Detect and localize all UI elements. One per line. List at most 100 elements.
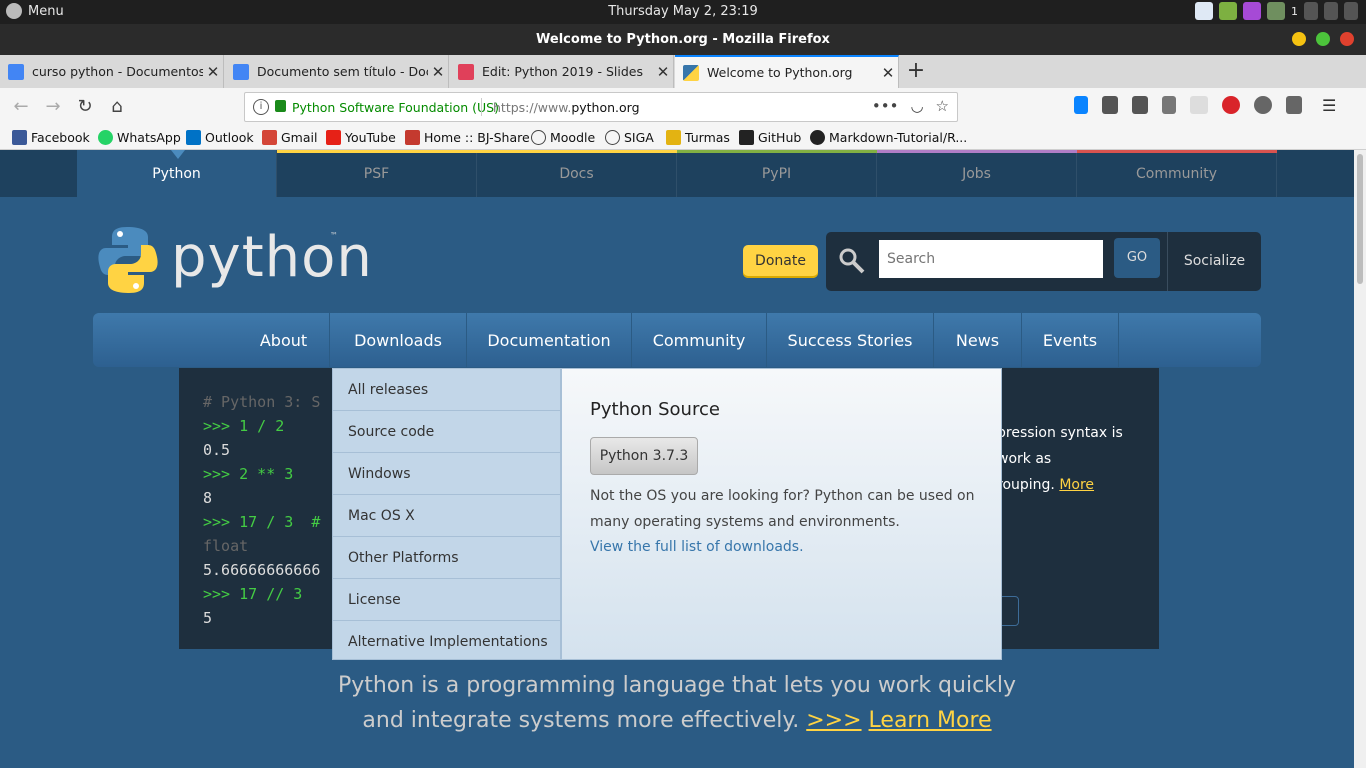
nav-about[interactable]: About xyxy=(238,313,330,367)
search-icon xyxy=(839,248,865,274)
reader-icon[interactable] xyxy=(1162,96,1176,114)
socialize-button[interactable]: Socialize xyxy=(1167,232,1261,291)
tab-curso-python[interactable]: curso python - Documentos G ✕ xyxy=(0,55,224,88)
meta-nav-psf[interactable]: PSF xyxy=(277,150,477,197)
meta-nav-community[interactable]: Community xyxy=(1077,150,1277,197)
outlook-icon xyxy=(186,130,201,145)
pocket-icon[interactable]: ◡ xyxy=(910,97,923,115)
tab-documento[interactable]: Documento sem título - Docu ✕ xyxy=(225,55,449,88)
maximize-button[interactable] xyxy=(1316,32,1330,46)
meta-navigation: Python PSF Docs PyPI Jobs Community xyxy=(0,150,1354,197)
search-input[interactable] xyxy=(879,240,1103,278)
nav-news[interactable]: News xyxy=(934,313,1022,367)
bookmark-moodle[interactable]: Moodle xyxy=(531,130,595,145)
site-info-icon[interactable]: i xyxy=(253,99,269,115)
scrollbar-thumb[interactable] xyxy=(1357,154,1363,284)
forward-button[interactable]: → xyxy=(42,96,64,118)
tab-label: Welcome to Python.org xyxy=(707,65,853,80)
more-link[interactable]: More xyxy=(1059,477,1094,493)
bookmark-turmas[interactable]: Turmas xyxy=(666,130,730,145)
bookmark-facebook[interactable]: Facebook xyxy=(12,130,90,145)
bookmark-github[interactable]: GitHub xyxy=(739,130,801,145)
bookmark-whatsapp[interactable]: WhatsApp xyxy=(98,130,181,145)
full-downloads-link[interactable]: View the full list of downloads. xyxy=(590,535,804,559)
adblock-icon[interactable] xyxy=(1222,96,1240,114)
monitor-tray-icon[interactable] xyxy=(1267,2,1285,20)
menu-item-alternative-implementations[interactable]: Alternative Implementations xyxy=(333,621,560,663)
search-go-button[interactable]: GO xyxy=(1114,238,1160,278)
menu-item-license[interactable]: License xyxy=(333,579,560,621)
bookmark-youtube[interactable]: YouTube xyxy=(326,130,396,145)
extension-icon[interactable] xyxy=(1190,96,1208,114)
bookmark-bj-share[interactable]: Home :: BJ-Share xyxy=(405,130,530,145)
meta-nav-pypi[interactable]: PyPI xyxy=(677,150,877,197)
gmail-icon xyxy=(262,130,277,145)
active-indicator-arrow xyxy=(171,150,185,159)
power-tray-icon[interactable] xyxy=(1344,2,1358,20)
close-tab-icon[interactable]: ✕ xyxy=(428,63,448,81)
bookmark-outlook[interactable]: Outlook xyxy=(186,130,254,145)
panel-title: Python Source xyxy=(590,399,720,420)
menu-item-source-code[interactable]: Source code xyxy=(333,411,560,453)
system-tray: 1 xyxy=(1195,2,1358,20)
meta-nav-jobs[interactable]: Jobs xyxy=(877,150,1077,197)
meta-nav-docs[interactable]: Docs xyxy=(477,150,677,197)
app-tray-icon[interactable] xyxy=(1195,2,1213,20)
python-logo[interactable]: python ™ xyxy=(98,225,372,299)
tab-slides[interactable]: Edit: Python 2019 - Slides ✕ xyxy=(450,55,674,88)
download-version-button[interactable]: Python 3.7.3 xyxy=(590,437,698,475)
back-button[interactable]: ← xyxy=(10,96,32,118)
page-scrollbar[interactable] xyxy=(1354,150,1366,768)
close-tab-icon[interactable]: ✕ xyxy=(203,63,223,81)
tab-python-org[interactable]: Welcome to Python.org ✕ xyxy=(675,55,899,88)
hamburger-menu-icon[interactable]: ☰ xyxy=(1322,96,1340,115)
reload-button[interactable]: ↻ xyxy=(74,96,96,118)
extension-grid-icon[interactable] xyxy=(1286,96,1302,114)
nav-downloads[interactable]: Downloads xyxy=(330,313,467,367)
nav-community[interactable]: Community xyxy=(632,313,767,367)
donate-button[interactable]: Donate xyxy=(743,245,818,278)
panel-description: Not the OS you are looking for? Python c… xyxy=(590,488,975,530)
page-actions-icon[interactable]: ••• xyxy=(872,97,899,115)
volume-tray-icon[interactable] xyxy=(1304,2,1318,20)
close-window-button[interactable] xyxy=(1340,32,1354,46)
nav-documentation[interactable]: Documentation xyxy=(467,313,632,367)
cube-tray-icon[interactable] xyxy=(1243,2,1261,20)
tagline: Python is a programming language that le… xyxy=(0,668,1354,738)
slide-intro-text: pression syntax is work as rouping. More xyxy=(997,420,1157,498)
meta-nav-bar-docs xyxy=(477,150,677,153)
system-clock[interactable]: Thursday May 2, 23:19 xyxy=(0,4,1366,19)
sidebar-icon[interactable] xyxy=(1132,96,1148,114)
shield-tray-icon[interactable] xyxy=(1219,2,1237,20)
wifi-tray-icon[interactable] xyxy=(1324,2,1338,20)
learn-more-link[interactable]: Learn More xyxy=(869,708,992,733)
close-tab-icon[interactable]: ✕ xyxy=(653,63,673,81)
search-area: GO Socialize xyxy=(826,232,1261,291)
bookmark-gmail[interactable]: Gmail xyxy=(262,130,317,145)
tab-label: Edit: Python 2019 - Slides xyxy=(482,64,643,79)
nav-events[interactable]: Events xyxy=(1022,313,1119,367)
menu-item-mac-os-x[interactable]: Mac OS X xyxy=(333,495,560,537)
close-tab-icon[interactable]: ✕ xyxy=(878,64,898,82)
bookmark-star-icon[interactable]: ☆ xyxy=(936,97,949,115)
minimize-button[interactable] xyxy=(1292,32,1306,46)
url-prefix: https://www. xyxy=(493,100,572,115)
notification-count[interactable]: 1 xyxy=(1291,5,1298,18)
window-controls xyxy=(1292,32,1354,46)
url-text[interactable]: https://www.python.org xyxy=(493,100,640,115)
downloads-icon[interactable] xyxy=(1074,96,1088,114)
nav-success-stories[interactable]: Success Stories xyxy=(767,313,934,367)
menu-item-windows[interactable]: Windows xyxy=(333,453,560,495)
home-button[interactable]: ⌂ xyxy=(106,96,128,118)
new-tab-button[interactable]: + xyxy=(904,55,928,88)
bookmark-markdown-tutorial[interactable]: Markdown-Tutorial/R... xyxy=(810,130,967,145)
menu-item-other-platforms[interactable]: Other Platforms xyxy=(333,537,560,579)
extension-gear-icon[interactable] xyxy=(1254,96,1272,114)
learn-more-arrows[interactable]: >>> xyxy=(806,708,861,733)
bookmark-siga[interactable]: SIGA xyxy=(605,130,654,145)
menu-item-all-releases[interactable]: All releases xyxy=(333,369,560,411)
python-snake-logo-icon xyxy=(98,227,158,293)
url-bar[interactable]: i Python Software Foundation (US) https:… xyxy=(244,92,958,122)
bj-share-icon xyxy=(405,130,420,145)
library-icon[interactable] xyxy=(1102,96,1118,114)
